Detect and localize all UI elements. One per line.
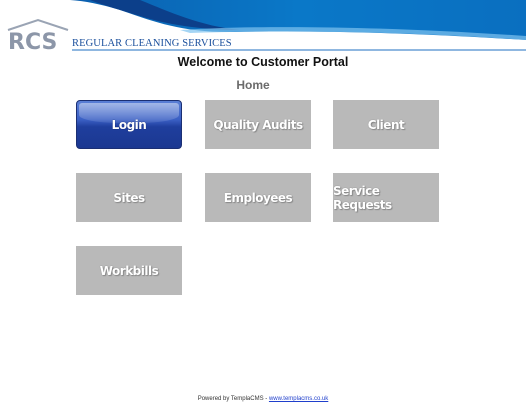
workbills-label: Workbills xyxy=(99,263,159,278)
footer-link[interactable]: www.templacms.co.uk xyxy=(269,396,328,402)
header-banner: RCS REGULAR CLEANING SERVICES xyxy=(0,0,526,54)
service-requests-label: Service Requests xyxy=(333,183,392,212)
client-label: Client xyxy=(367,117,405,132)
login-button-label: Login xyxy=(111,117,147,132)
logo-text: RCS xyxy=(8,30,57,52)
company-name: REGULAR CLEANING SERVICES xyxy=(72,38,232,49)
employees-label: Employees xyxy=(223,190,293,205)
page-title: Welcome to Customer Portal xyxy=(177,55,349,69)
login-button[interactable]: Login xyxy=(76,100,182,149)
sites-label: Sites xyxy=(113,190,145,205)
sites-button[interactable]: Sites xyxy=(76,173,182,222)
footer: Powered by TemplaCMS - www.templacms.co.… xyxy=(0,396,526,402)
quality-audits-button[interactable]: Quality Audits xyxy=(205,100,311,149)
section-heading: Home xyxy=(236,78,270,92)
workbills-button[interactable]: Workbills xyxy=(76,246,182,295)
quality-audits-label: Quality Audits xyxy=(213,117,303,132)
client-button[interactable]: Client xyxy=(333,100,439,149)
employees-button[interactable]: Employees xyxy=(205,173,311,222)
footer-powered-by: Powered by TemplaCMS - xyxy=(197,396,269,402)
rcs-logo: RCS xyxy=(6,18,70,52)
service-requests-button[interactable]: Service Requests xyxy=(333,173,439,222)
